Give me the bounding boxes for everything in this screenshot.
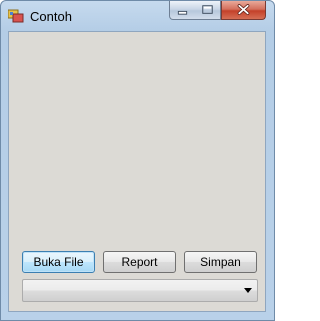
form-client-area: Buka File Report Simpan xyxy=(8,31,266,312)
application-icon xyxy=(8,9,24,23)
app-window: Contoh Buka File Report Simpan xyxy=(0,0,275,321)
chevron-down-icon[interactable] xyxy=(244,288,252,293)
maximize-button[interactable] xyxy=(195,1,221,20)
minimize-button[interactable] xyxy=(169,1,196,20)
title-bar[interactable]: Contoh xyxy=(1,1,274,31)
report-button[interactable]: Report xyxy=(103,251,176,273)
window-title: Contoh xyxy=(30,9,72,24)
file-combo-box[interactable] xyxy=(22,279,258,302)
minimize-icon xyxy=(177,10,188,15)
close-icon xyxy=(237,4,250,15)
save-button[interactable]: Simpan xyxy=(184,251,257,273)
maximize-icon xyxy=(202,5,213,14)
open-file-button[interactable]: Buka File xyxy=(22,251,95,273)
close-button[interactable] xyxy=(221,1,266,20)
